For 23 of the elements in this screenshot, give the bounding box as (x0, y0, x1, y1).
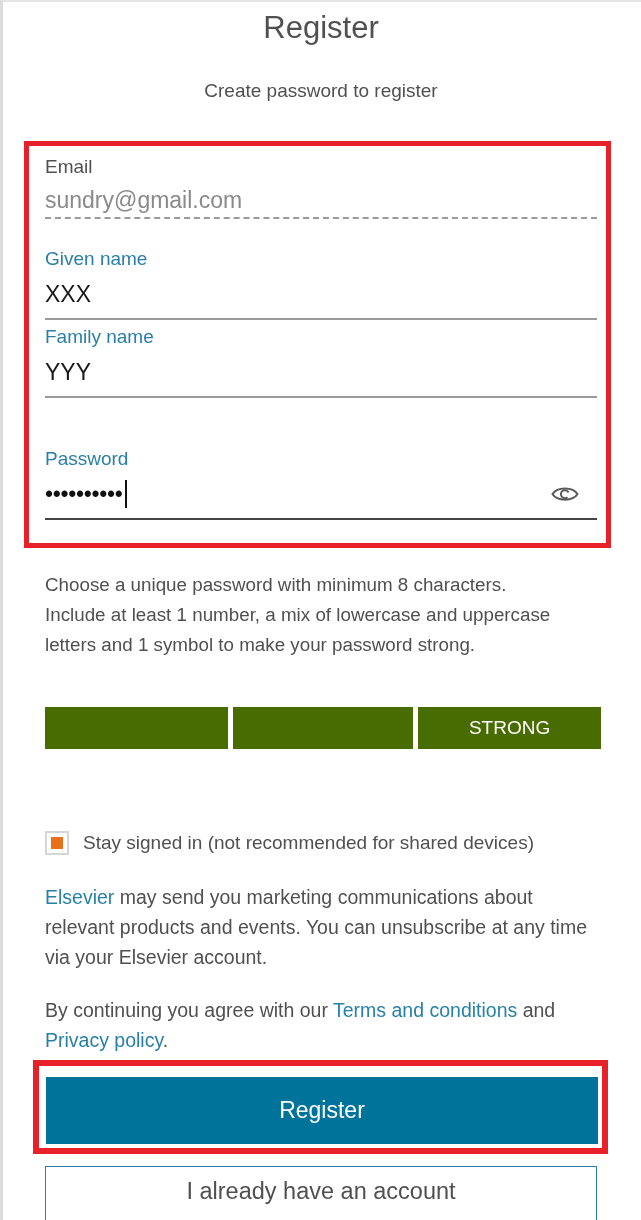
page-subtitle: Create password to register (203, 79, 439, 103)
page-title: Register (262, 9, 380, 47)
text-field[interactable]: XXX (45, 280, 597, 320)
marketing-notice: Elsevier may send you marketing communications about relevant products and events. You can unsubscribe at any time via your Elsevier account. (45, 885, 588, 970)
checkbox-label[interactable]: Stay signed in (not recommended for shared devices) (83, 831, 534, 855)
field-label: Password (45, 448, 129, 470)
field-label: Email (45, 156, 93, 178)
existing-account-button[interactable]: I already have an account (45, 1166, 597, 1220)
password-field[interactable]: •••••••••• (45, 480, 597, 520)
register-button[interactable]: Register (46, 1077, 598, 1144)
eye-icon[interactable] (551, 484, 579, 504)
text-cursor-icon (124, 480, 127, 508)
field-label: Family name (45, 326, 154, 348)
policy-link[interactable]: Terms and conditions (333, 999, 518, 1021)
password-hint: Choose a unique password with minimum 8 characters. (45, 573, 508, 597)
checkbox[interactable] (45, 831, 69, 855)
brand-link[interactable]: Elsevier (45, 886, 115, 908)
strength-label: STRONG (467, 716, 552, 740)
policy-link[interactable]: Privacy policy (45, 1029, 163, 1051)
terms-notice: By continuing you agree with our Terms and conditions and Privacy policy. (45, 998, 557, 1053)
field-label: Given name (45, 248, 148, 270)
text-field[interactable]: YYY (45, 358, 597, 398)
password-hint: Include at least 1 number, a mix of lowercase and uppercase letters and 1 symbol to make your password strong. (45, 603, 552, 657)
